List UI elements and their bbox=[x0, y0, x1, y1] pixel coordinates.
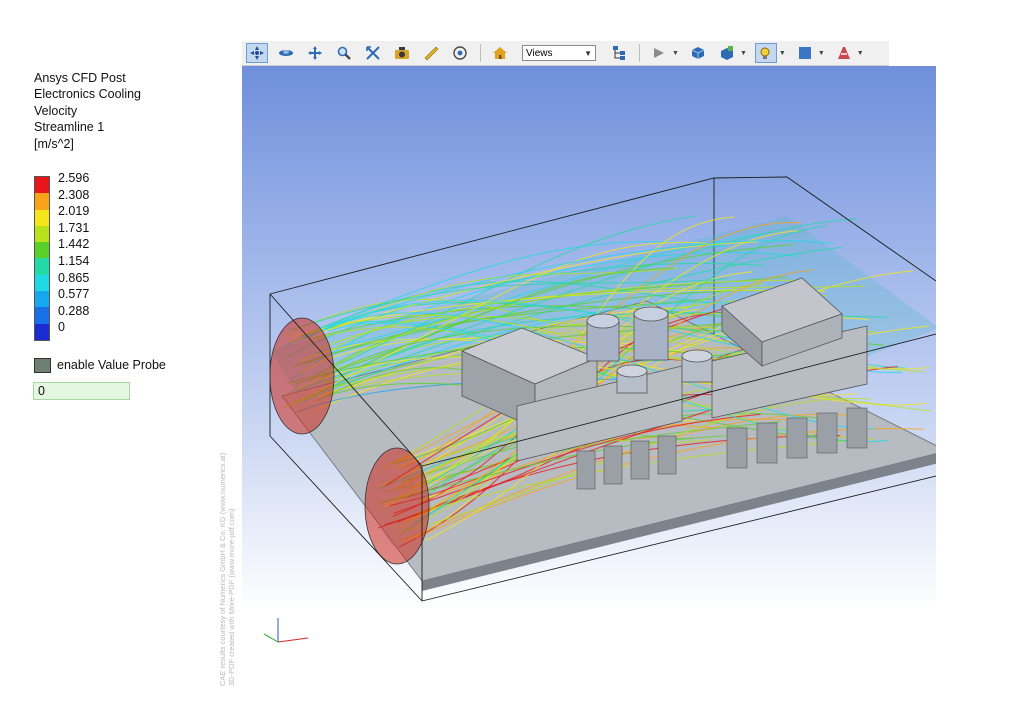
color-bar-segment bbox=[35, 258, 49, 275]
home-icon bbox=[493, 47, 507, 59]
tick-label: 0.865 bbox=[58, 270, 90, 285]
pan-button[interactable] bbox=[304, 43, 326, 63]
units-label: [m/s^2] bbox=[34, 136, 74, 151]
cross-section-icon bbox=[837, 47, 850, 59]
color-bar-segment bbox=[35, 323, 49, 340]
color-bar-segment bbox=[35, 291, 49, 308]
chevron-down-icon[interactable]: ▼ bbox=[672, 50, 679, 57]
solid-view-icon bbox=[691, 47, 705, 59]
zoom-icon bbox=[337, 46, 351, 60]
object-name: Streamline 1 bbox=[34, 120, 105, 135]
rotate-button[interactable] bbox=[275, 43, 297, 63]
chevron-down-icon: ▼ bbox=[584, 48, 592, 58]
color-bar-ticks: 2.596 2.308 2.019 1.731 1.442 1.154 0.86… bbox=[58, 170, 89, 336]
solid-view-button[interactable] bbox=[687, 43, 709, 63]
zoom-button[interactable] bbox=[333, 43, 355, 63]
measure-icon bbox=[424, 46, 439, 61]
tick-label: 0.577 bbox=[58, 287, 90, 302]
case-name: Electronics Cooling bbox=[34, 87, 141, 102]
toolbar-separator bbox=[639, 44, 640, 62]
color-bar-segment bbox=[35, 242, 49, 259]
app-title: Ansys CFD Post bbox=[34, 71, 126, 85]
chevron-down-icon[interactable]: ▼ bbox=[818, 50, 825, 57]
color-bar-segment bbox=[35, 274, 49, 292]
play-button[interactable] bbox=[648, 43, 670, 63]
select-icon bbox=[250, 46, 264, 60]
view-style-button[interactable] bbox=[716, 43, 738, 63]
cfd-scene bbox=[269, 176, 936, 602]
probe-button[interactable] bbox=[449, 43, 471, 63]
tick-label: 2.308 bbox=[58, 187, 90, 202]
probe-icon bbox=[453, 46, 467, 60]
inlet-fan-upper bbox=[269, 317, 335, 435]
chevron-down-icon[interactable]: ▼ bbox=[740, 50, 747, 57]
tick-label: 1.731 bbox=[58, 220, 90, 235]
3d-viewport[interactable] bbox=[242, 66, 936, 610]
tick-label: 0 bbox=[58, 320, 65, 335]
variable-name: Velocity bbox=[34, 103, 78, 118]
value-probe-field[interactable]: 0 bbox=[33, 382, 130, 400]
light-button[interactable] bbox=[754, 43, 777, 63]
pan-icon bbox=[308, 46, 322, 60]
legend-title-block: Ansys CFD Post Electronics Cooling Veloc… bbox=[34, 70, 141, 152]
zoom-box-button[interactable] bbox=[362, 43, 384, 63]
value-probe-label[interactable]: enable Value Probe bbox=[57, 358, 166, 372]
value-probe-checkbox[interactable] bbox=[34, 358, 51, 373]
camera-icon bbox=[395, 47, 409, 59]
camera-button[interactable] bbox=[391, 43, 413, 63]
select-tool-button[interactable] bbox=[246, 43, 268, 63]
view-style-icon bbox=[720, 46, 733, 60]
play-icon bbox=[654, 48, 664, 58]
toolbar-separator bbox=[480, 44, 481, 62]
inlet-fan-lower bbox=[364, 447, 430, 565]
background-button[interactable] bbox=[794, 43, 816, 63]
color-bar-segment bbox=[35, 193, 49, 210]
chevron-down-icon[interactable]: ▼ bbox=[779, 50, 786, 57]
zoom-box-icon bbox=[366, 46, 380, 60]
chevron-down-icon[interactable]: ▼ bbox=[857, 50, 864, 57]
cross-section-button[interactable] bbox=[833, 43, 855, 63]
light-icon bbox=[760, 47, 770, 59]
tick-label: 0.288 bbox=[58, 303, 90, 318]
views-select-label: Views bbox=[526, 47, 553, 59]
tick-label: 1.154 bbox=[58, 253, 90, 268]
background-icon bbox=[798, 47, 811, 59]
model-tree-icon bbox=[613, 46, 625, 60]
home-button[interactable] bbox=[489, 43, 511, 63]
model-tree-button[interactable] bbox=[608, 43, 630, 63]
color-bar-segment bbox=[35, 307, 49, 324]
tick-label: 2.019 bbox=[58, 204, 90, 219]
color-bar-segment bbox=[35, 177, 49, 194]
tick-label: 1.442 bbox=[58, 237, 90, 252]
color-bar-segment bbox=[35, 209, 49, 226]
color-bar-segment bbox=[35, 225, 49, 243]
tick-label: 2.596 bbox=[58, 171, 90, 185]
watermark-line-2: 3D-PDF created with More-PDF (www.more-p… bbox=[227, 508, 236, 686]
views-select[interactable]: Views ▼ bbox=[522, 45, 596, 61]
measure-button[interactable] bbox=[420, 43, 442, 63]
watermark-line-1: CAE results courtesy of Numerics GmbH & … bbox=[218, 452, 227, 686]
rotate-icon bbox=[279, 50, 293, 56]
color-bar bbox=[34, 176, 50, 341]
viewer-toolbar: Views ▼ ▼ ▼ ▼ ▼ ▼ bbox=[242, 41, 889, 66]
watermark-text: CAE results courtesy of Numerics GmbH & … bbox=[218, 453, 236, 686]
axis-triad bbox=[263, 618, 309, 643]
